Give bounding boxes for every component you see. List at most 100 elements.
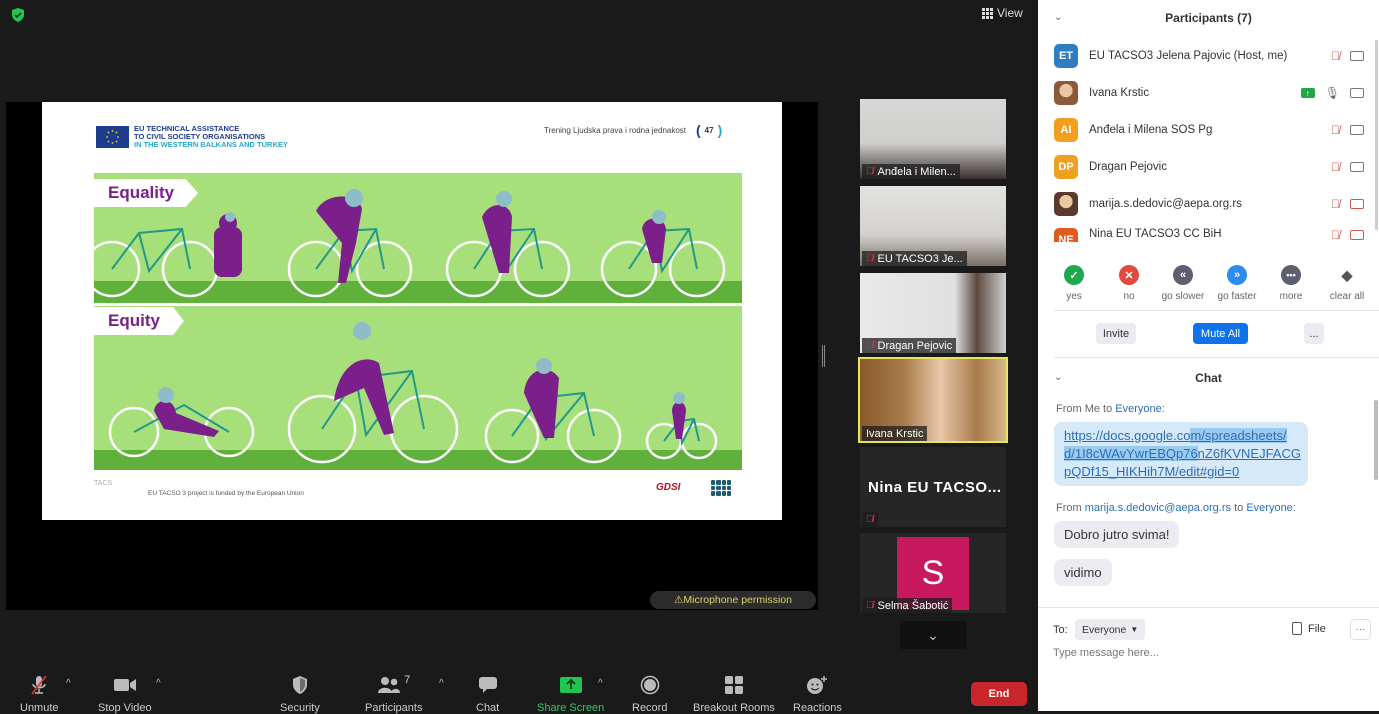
feedback-clear-all-button[interactable]: ◆ clear all	[1319, 265, 1375, 303]
muted-mic-icon	[28, 674, 50, 696]
end-meeting-button[interactable]: End	[971, 682, 1027, 706]
participant-row[interactable]: NE Nina EU TACSO3 CC BiH 🎙̸	[1054, 228, 1364, 242]
video-icon	[1350, 162, 1364, 172]
participant-row[interactable]: Ivana Krstic ↑ 🎙	[1054, 80, 1364, 106]
participants-scrollbar[interactable]	[1375, 40, 1378, 230]
tile-display-name: Nina EU TACSO...	[868, 479, 1002, 496]
video-tile[interactable]: S 🎙̸ Selma Šabotić	[860, 533, 1006, 613]
equality-label: Equality	[94, 179, 199, 207]
video-tile[interactable]: 🎙̸ Anđela i Milen...	[860, 99, 1006, 179]
recipient-link[interactable]: Everyone	[1246, 502, 1292, 514]
breakout-rooms-button[interactable]: Breakout Rooms	[693, 674, 775, 714]
feedback-label: clear all	[1329, 291, 1365, 302]
stop-video-button[interactable]: Stop Video	[98, 674, 152, 714]
video-camera-icon	[113, 674, 137, 696]
tile-name: Dragan Pejovic	[877, 339, 953, 352]
video-tile-active-speaker[interactable]: Ivana Krstic	[858, 357, 1008, 443]
slide-footer-text: EU TACSO 3 project is funded by the Euro…	[148, 490, 304, 497]
tile-namebar: 🎙̸ Anđela i Milen...	[862, 164, 960, 179]
muted-mic-icon: 🎙̸	[866, 253, 874, 264]
link-text: nZ6fKVNEJFACG	[1197, 446, 1301, 461]
share-screen-button[interactable]: Share Screen	[537, 674, 604, 714]
participant-status: ↑ 🎙	[1300, 86, 1364, 100]
participants-count: 7	[404, 674, 411, 686]
participants-more-button[interactable]: ...	[1304, 323, 1324, 344]
invite-button[interactable]: Invite	[1096, 323, 1136, 344]
file-label: File	[1308, 622, 1326, 635]
feedback-label: go slower	[1161, 291, 1205, 302]
participant-row[interactable]: DP Dragan Pejovic 🎙̸	[1054, 154, 1364, 180]
participant-row[interactable]: marija.s.dedovic@aepa.org.rs 🎙̸	[1054, 191, 1364, 217]
chevron-down-icon: ▼	[1130, 625, 1139, 634]
feedback-go-slower-button[interactable]: « go slower	[1155, 265, 1211, 302]
divider	[1054, 357, 1379, 358]
reactions-button[interactable]: Reactions	[793, 674, 842, 714]
check-icon: ✓	[1064, 265, 1084, 285]
shared-screen[interactable]: EU TECHNICAL ASSISTANCE TO CIVIL SOCIETY…	[6, 102, 818, 610]
participants-icon: 7	[377, 674, 410, 696]
link-text-selected: d/1I8cWAvYwrEBQp76	[1064, 446, 1198, 461]
avatar: NE	[1054, 228, 1078, 242]
feedback-label: more	[1279, 291, 1303, 302]
recipient-link[interactable]: Everyone	[1115, 403, 1161, 415]
colon: :	[1292, 502, 1296, 514]
muted-mic-icon: 🎙̸	[1331, 228, 1340, 242]
participant-row[interactable]: ET EU TACSO3 Jelena Pajovic (Host, me) 🎙̸	[1054, 43, 1364, 69]
chat-button[interactable]: Chat	[476, 674, 499, 714]
breakout-rooms-label: Breakout Rooms	[693, 702, 775, 714]
chat-message-input[interactable]	[1053, 647, 1363, 659]
audio-options-caret-icon[interactable]: ^	[66, 678, 71, 689]
view-button[interactable]: View	[982, 5, 1023, 21]
muted-mic-icon: 🎙̸	[866, 514, 874, 525]
security-button[interactable]: Security	[280, 674, 320, 714]
video-tile[interactable]: 🎙̸ EU TACSO3 Je...	[860, 186, 1006, 266]
presentation-slide: EU TECHNICAL ASSISTANCE TO CIVIL SOCIETY…	[42, 102, 782, 520]
unmute-button[interactable]: Unmute	[20, 674, 59, 714]
file-button[interactable]: File	[1292, 622, 1326, 635]
from-prefix: From	[1056, 502, 1085, 514]
feedback-label: yes	[1066, 291, 1082, 302]
participants-label: Participants	[365, 702, 423, 714]
feedback-no-button[interactable]: ✕ no	[1101, 265, 1157, 302]
chat-message-link: https://docs.google.com/spreadsheets/d/1…	[1054, 422, 1308, 486]
video-off-icon	[1350, 199, 1364, 209]
video-off-icon	[1350, 230, 1364, 240]
feedback-go-faster-button[interactable]: » go faster	[1209, 265, 1265, 302]
to-label: To:	[1053, 624, 1068, 636]
file-icon	[1292, 622, 1302, 635]
video-icon	[1350, 88, 1364, 98]
chat-scrollbar[interactable]	[1374, 400, 1378, 480]
meeting-stage: View EU TECHNICAL ASSISTANCE TO CIVIL SO…	[0, 0, 1038, 714]
mute-all-button[interactable]: Mute All	[1193, 323, 1248, 344]
record-button[interactable]: Record	[632, 674, 667, 714]
video-tile[interactable]: 🎙̸ Dragan Pejovic	[860, 273, 1006, 353]
meeting-toolbar: Unmute ^ Stop Video ^ Security 7 Partici…	[0, 666, 1038, 714]
fast-forward-icon: »	[1227, 265, 1247, 285]
video-tile[interactable]: Nina EU TACSO... 🎙̸	[860, 447, 1006, 527]
chat-more-button[interactable]: ···	[1350, 619, 1371, 640]
security-shield-icon	[291, 674, 309, 696]
gallery-scroll-down-button[interactable]: ⌄	[900, 621, 966, 649]
sender-link[interactable]: marija.s.dedovic@aepa.org.rs	[1085, 502, 1231, 514]
feedback-yes-button[interactable]: ✓ yes	[1046, 265, 1102, 302]
equity-label: Equity	[94, 307, 184, 335]
video-icon	[1350, 125, 1364, 135]
encryption-shield-icon[interactable]	[10, 7, 26, 23]
participants-options-caret-icon[interactable]: ^	[439, 678, 444, 689]
splitter-handle[interactable]	[822, 345, 825, 367]
feedback-label: go faster	[1217, 291, 1257, 302]
participant-name: Dragan Pejovic	[1089, 161, 1167, 173]
share-options-caret-icon[interactable]: ^	[598, 678, 603, 689]
participants-button[interactable]: 7 Participants	[365, 674, 422, 714]
tile-name: Anđela i Milen...	[877, 165, 956, 178]
spreadsheet-link[interactable]: https://docs.google.com/spreadsheets/d/1…	[1064, 428, 1301, 479]
recipient-select[interactable]: Everyone ▼	[1075, 619, 1146, 640]
video-options-caret-icon[interactable]: ^	[156, 678, 161, 689]
participant-row[interactable]: AI Anđela i Milena SOS Pg 🎙̸	[1054, 117, 1364, 143]
eraser-icon: ◆	[1341, 266, 1353, 283]
feedback-more-button[interactable]: ••• more	[1263, 265, 1319, 302]
muted-mic-icon: 🎙̸	[866, 340, 874, 351]
microphone-permission-button[interactable]: ⚠Microphone permission	[650, 591, 816, 609]
message-header: From marija.s.dedovic@aepa.org.rs to Eve…	[1056, 502, 1296, 514]
side-panel: ⌄ Participants (7) ET EU TACSO3 Jelena Pa…	[1038, 0, 1379, 711]
